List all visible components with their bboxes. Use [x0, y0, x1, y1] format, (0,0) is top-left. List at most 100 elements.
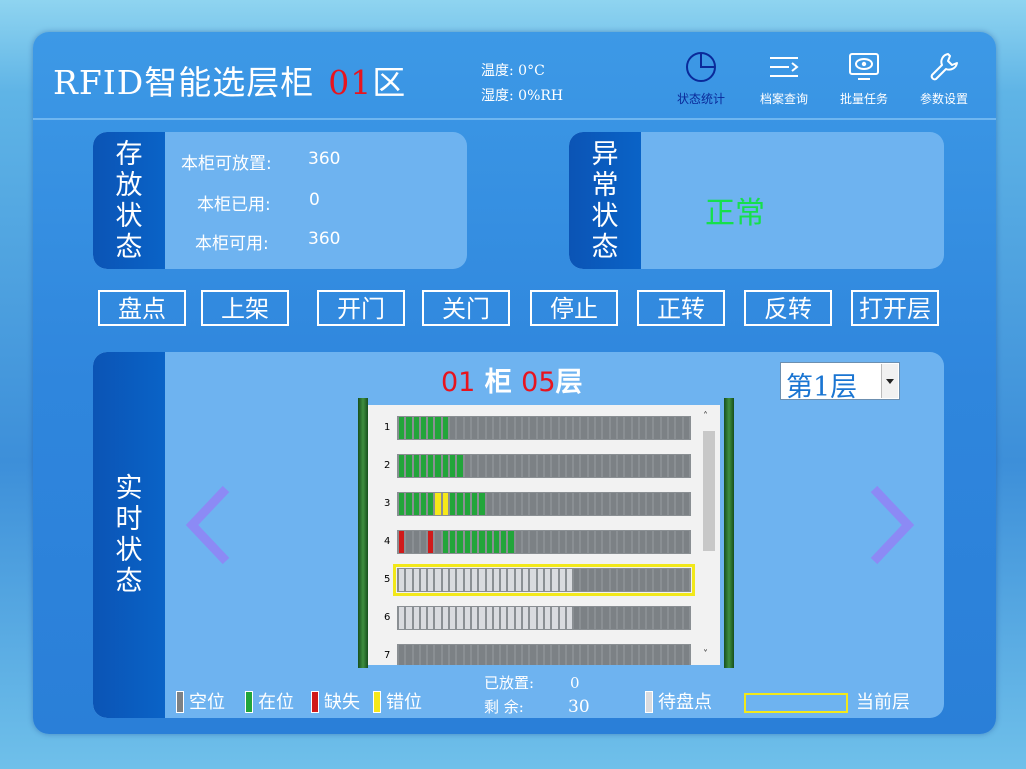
slot	[435, 417, 441, 439]
slot	[457, 531, 463, 553]
slot	[537, 455, 543, 477]
scroll-thumb[interactable]	[703, 431, 715, 551]
layer-row[interactable]: 1	[368, 413, 698, 443]
slot	[610, 607, 616, 629]
slot	[661, 607, 667, 629]
layer-row[interactable]: 7	[368, 641, 698, 665]
layer-row[interactable]: 6	[368, 603, 698, 633]
slot	[625, 417, 631, 439]
slot	[464, 455, 470, 477]
slot	[603, 607, 609, 629]
cabinet-number: 01	[441, 367, 476, 398]
chevron-down-icon[interactable]	[881, 364, 898, 398]
slot	[603, 417, 609, 439]
slot	[559, 417, 565, 439]
slot	[450, 493, 456, 515]
nav-label: 批量任务	[839, 92, 888, 106]
slot	[610, 493, 616, 515]
layer-row[interactable]: 5	[368, 564, 698, 596]
open-door-button[interactable]: 开门	[317, 290, 405, 326]
scroll-up-icon[interactable]: ˄	[703, 411, 708, 422]
layer-tray	[397, 416, 691, 440]
shelve-button[interactable]: 上架	[201, 290, 289, 326]
slot	[406, 607, 412, 629]
nav-batch-task[interactable]: 批量任务	[829, 50, 899, 107]
slot	[676, 493, 682, 515]
layer-tray	[393, 564, 695, 596]
legend-present: 在位	[245, 688, 294, 714]
slot	[515, 607, 522, 629]
slot	[457, 569, 463, 591]
stop-button[interactable]: 停止	[530, 290, 618, 326]
layer-row[interactable]: 3	[368, 489, 698, 519]
layer-row[interactable]: 4	[368, 527, 698, 557]
slot	[610, 645, 616, 665]
slot	[581, 531, 587, 553]
slot	[596, 455, 602, 477]
slot	[617, 455, 624, 477]
legend-pending: 待盘点	[645, 688, 712, 714]
slot	[420, 569, 427, 591]
slot	[537, 645, 543, 665]
slot	[530, 455, 536, 477]
reverse-button[interactable]: 反转	[744, 290, 832, 326]
layer-select[interactable]: 第1层	[780, 362, 900, 403]
layer-row-number: 5	[384, 574, 391, 585]
slot	[647, 607, 653, 629]
slot	[420, 455, 427, 477]
slot	[493, 417, 500, 439]
slot	[683, 455, 689, 477]
slot	[501, 607, 507, 629]
nav-label: 状态统计	[676, 92, 725, 106]
slot	[639, 531, 646, 553]
layer-row-number: 2	[384, 460, 391, 471]
nav-settings[interactable]: 参数设置	[909, 50, 979, 107]
slot	[632, 607, 638, 629]
slot	[676, 455, 682, 477]
inventory-button[interactable]: 盘点	[98, 290, 186, 326]
rack-post-left	[358, 398, 368, 668]
close-door-button[interactable]: 关门	[422, 290, 510, 326]
forward-button[interactable]: 正转	[637, 290, 725, 326]
slot	[399, 531, 405, 553]
legend-missing: 缺失	[311, 688, 360, 714]
slot	[442, 569, 449, 591]
slot	[639, 569, 646, 591]
slot	[566, 569, 573, 591]
wrench-icon	[930, 53, 958, 81]
nav-archive-query[interactable]: 档案查询	[749, 50, 819, 107]
slot	[530, 417, 536, 439]
slot	[406, 645, 412, 665]
previous-arrow-icon[interactable]	[184, 485, 234, 565]
nav-status-stats[interactable]: 状态统计	[666, 50, 736, 107]
slot	[464, 417, 470, 439]
pie-chart-icon	[686, 52, 716, 82]
slot	[530, 645, 536, 665]
slot	[581, 455, 587, 477]
slot	[654, 455, 660, 477]
open-layer-button[interactable]: 打开层	[851, 290, 939, 326]
slot	[588, 645, 595, 665]
slot	[523, 455, 529, 477]
legend-misplaced: 错位	[373, 688, 422, 714]
cabinet-layer-view: 7 6 5 4 3 2 1 ˄ ˅	[368, 405, 720, 665]
slot	[413, 531, 419, 553]
slot	[428, 417, 434, 439]
scroll-down-icon[interactable]: ˅	[703, 649, 708, 660]
slot	[479, 417, 485, 439]
slot	[442, 607, 449, 629]
next-arrow-icon[interactable]	[866, 485, 916, 565]
slot	[420, 645, 427, 665]
slot	[457, 607, 463, 629]
used-row: 本柜已用: 0	[197, 190, 320, 215]
layer-row[interactable]: 2	[368, 451, 698, 481]
rack-scrollbar[interactable]: ˄ ˅	[701, 411, 716, 661]
used-value: 0	[309, 190, 320, 210]
slot	[588, 455, 595, 477]
slot	[464, 531, 470, 553]
slot	[435, 455, 441, 477]
zone-number: 01	[328, 63, 373, 102]
storage-status-panel: 存放状态 本柜可放置: 360 本柜已用: 0 本柜可用: 360	[93, 132, 467, 269]
slot	[450, 531, 456, 553]
slot	[596, 607, 602, 629]
